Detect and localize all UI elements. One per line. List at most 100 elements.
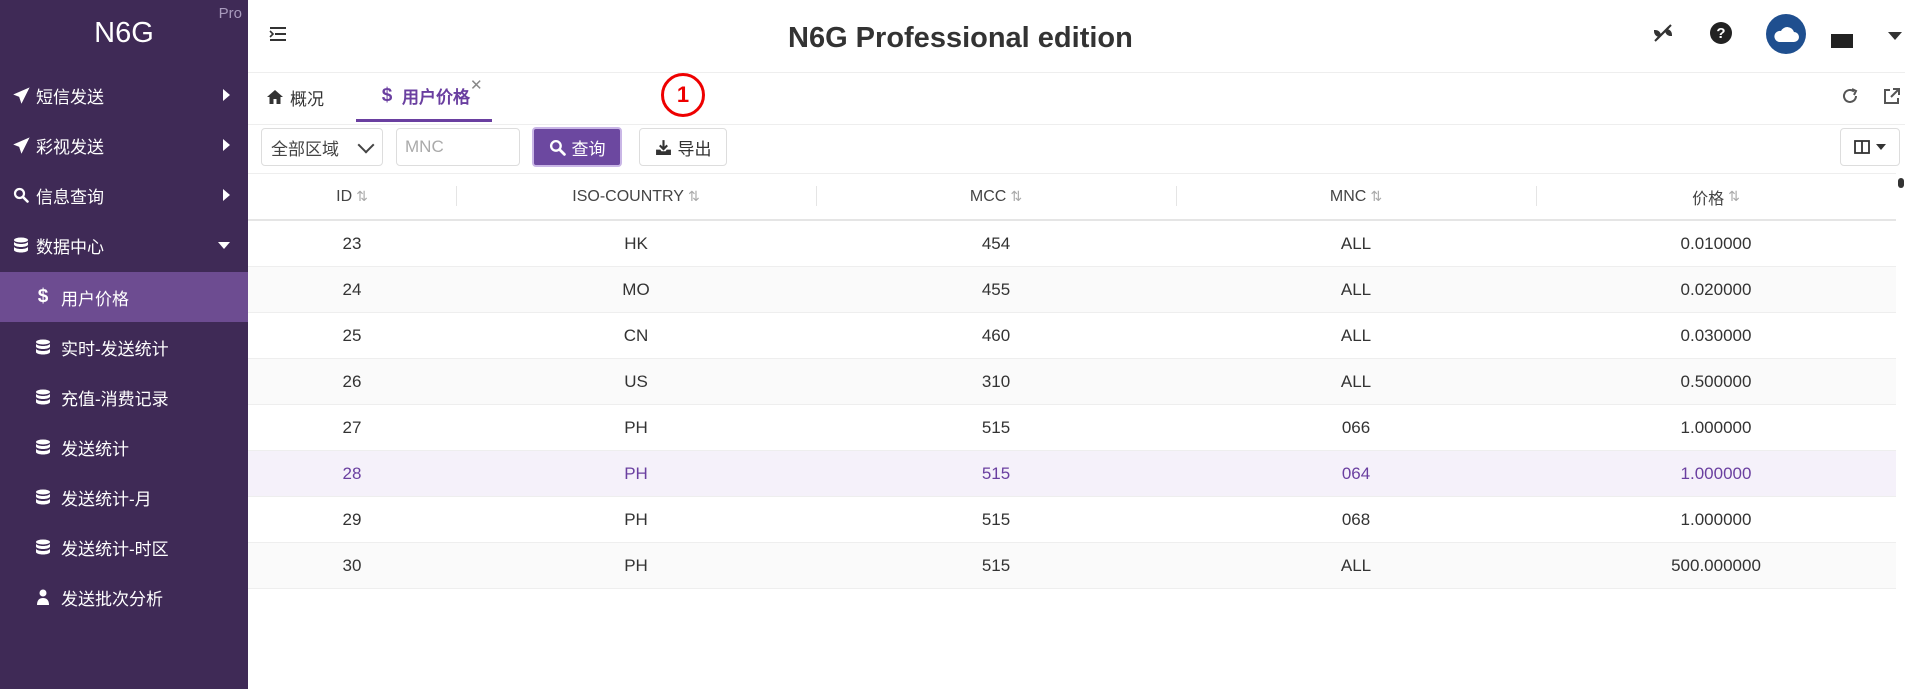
column-header-price[interactable]: 价格 ⇅ (1536, 174, 1896, 219)
chevron-down-icon[interactable] (1888, 32, 1902, 40)
sidebar-item-label: 彩视发送 (36, 137, 104, 157)
theme-toggle-icon[interactable] (1650, 20, 1676, 46)
sidebar-item-info-query[interactable]: 信息查询 (0, 170, 248, 220)
cell-mcc: 454 (981, 233, 1011, 253)
cell-id: 23 (342, 233, 362, 253)
sidebar-subitem-send-stats[interactable]: 发送统计 (0, 422, 248, 472)
cell-iso-country: PH (624, 463, 648, 483)
cell-iso-country: CN (623, 325, 649, 345)
brand-logo[interactable]: N6G (0, 17, 248, 50)
column-header-id[interactable]: ID ⇅ (248, 174, 456, 219)
cell-iso-country: PH (624, 509, 648, 529)
home-icon (266, 88, 284, 106)
sidebar: N6G Pro 短信发送 彩视发送 信息查询 数据中心 $ 用户价格 实时-发送… (0, 0, 248, 689)
scrollbar[interactable] (1898, 178, 1904, 188)
mnc-input[interactable] (396, 128, 520, 166)
sidebar-item-label: 信息查询 (36, 187, 104, 207)
table-row[interactable]: 23 HK 454 ALL 0.010000 (248, 221, 1896, 267)
cell-mcc: 515 (981, 509, 1011, 529)
database-icon (34, 388, 52, 406)
cell-iso-country: US (624, 371, 648, 391)
columns-icon (1854, 140, 1870, 154)
cell-mcc: 460 (981, 325, 1011, 345)
cell-id: 25 (342, 325, 362, 345)
export-button[interactable]: 导出 (639, 128, 727, 166)
sort-icon: ⇅ (356, 188, 368, 204)
database-icon (12, 236, 30, 254)
refresh-icon[interactable] (1840, 86, 1862, 108)
cell-iso-country: PH (624, 555, 648, 575)
sidebar-subitem-realtime-stats[interactable]: 实时-发送统计 (0, 322, 248, 372)
table-row[interactable]: 24 MO 455 ALL 0.020000 (248, 267, 1896, 313)
sidebar-item-label: 发送批次分析 (61, 589, 163, 609)
header: N6G Professional edition ? (248, 0, 1905, 73)
tab-label: 概况 (290, 89, 324, 109)
query-button[interactable]: 查询 (532, 127, 622, 167)
cell-iso-country: PH (624, 417, 648, 437)
tab-bar: 概况 $ 用户价格 ✕ (248, 72, 1905, 125)
cell-mnc: 068 (1341, 509, 1371, 529)
table-header: ID ⇅ ISO-COUNTRY ⇅ MCC ⇅ MNC ⇅ 价格 ⇅ (248, 173, 1896, 221)
open-external-icon[interactable] (1882, 86, 1904, 108)
cell-price: 1.000000 (1680, 509, 1752, 529)
column-header-label: ID (336, 187, 353, 205)
sidebar-subitem-user-price[interactable]: $ 用户价格 (0, 272, 248, 322)
column-header-mcc[interactable]: MCC ⇅ (816, 174, 1176, 219)
export-button-label: 导出 (677, 139, 712, 159)
search-icon (549, 139, 566, 156)
tab-close-icon[interactable]: ✕ (470, 76, 483, 94)
column-header-mnc[interactable]: MNC ⇅ (1176, 174, 1536, 219)
cell-mcc: 515 (981, 463, 1011, 483)
caret-down-icon (218, 242, 230, 249)
table-row[interactable]: 29 PH 515 068 1.000000 (248, 497, 1896, 543)
tab-overview[interactable]: 概况 (266, 72, 324, 122)
sidebar-subitem-recharge-records[interactable]: 充值-消费记录 (0, 372, 248, 422)
column-header-label: MCC (969, 187, 1007, 205)
user-icon (34, 588, 52, 606)
table-row[interactable]: 27 PH 515 066 1.000000 (248, 405, 1896, 451)
cell-mcc: 515 (981, 555, 1011, 575)
table-row[interactable]: 25 CN 460 ALL 0.030000 (248, 313, 1896, 359)
column-header-iso-country[interactable]: ISO-COUNTRY ⇅ (456, 174, 816, 219)
help-icon[interactable]: ? (1708, 20, 1734, 46)
table-row[interactable]: 26 US 310 ALL 0.500000 (248, 359, 1896, 405)
download-icon (655, 139, 672, 156)
cell-price: 0.010000 (1680, 233, 1752, 253)
cell-mnc: ALL (1340, 233, 1372, 253)
sidebar-item-label: 用户价格 (61, 289, 129, 309)
cell-price: 0.030000 (1680, 325, 1752, 345)
chevron-down-icon (357, 136, 375, 154)
sidebar-item-data-center[interactable]: 数据中心 (0, 220, 248, 270)
sidebar-item-mms-send[interactable]: 彩视发送 (0, 120, 248, 170)
column-header-label: ISO-COUNTRY (572, 187, 684, 205)
query-button-label: 查询 (571, 139, 606, 159)
database-icon (34, 488, 52, 506)
cell-iso-country: MO (622, 279, 650, 299)
dollar-icon: $ (381, 84, 393, 106)
price-table: ID ⇅ ISO-COUNTRY ⇅ MCC ⇅ MNC ⇅ 价格 ⇅ 23 HK 454… (248, 173, 1896, 589)
sidebar-item-label: 短信发送 (36, 87, 104, 107)
region-select[interactable]: 全部区域 (261, 128, 383, 166)
database-icon (34, 538, 52, 556)
page-title: N6G Professional edition (788, 22, 1133, 54)
table-row[interactable]: 30 PH 515 ALL 500.000000 (248, 543, 1896, 589)
sidebar-subitem-send-stats-month[interactable]: 发送统计-月 (0, 472, 248, 522)
sidebar-subitem-send-stats-timezone[interactable]: 发送统计-时区 (0, 522, 248, 572)
sidebar-item-sms-send[interactable]: 短信发送 (0, 70, 248, 120)
cell-mnc: 064 (1341, 463, 1371, 483)
brand: N6G Pro (0, 0, 248, 68)
table-row-highlighted[interactable]: 28 PH 515 064 1.000000 (248, 451, 1896, 497)
avatar[interactable] (1766, 14, 1806, 54)
columns-toggle-button[interactable] (1840, 128, 1900, 166)
cell-id: 28 (342, 463, 362, 483)
menu-toggle-icon[interactable] (268, 24, 288, 44)
cell-mnc: ALL (1340, 371, 1372, 391)
sidebar-subitem-batch-analysis[interactable]: 发送批次分析 (0, 572, 248, 622)
cell-mnc: 066 (1341, 417, 1371, 437)
cell-id: 27 (342, 417, 362, 437)
sort-icon: ⇅ (1010, 188, 1023, 204)
region-select-value: 全部区域 (271, 139, 339, 159)
user-menu-icon[interactable] (1831, 34, 1853, 48)
caret-right-icon (223, 89, 230, 101)
sort-icon: ⇅ (687, 188, 700, 204)
